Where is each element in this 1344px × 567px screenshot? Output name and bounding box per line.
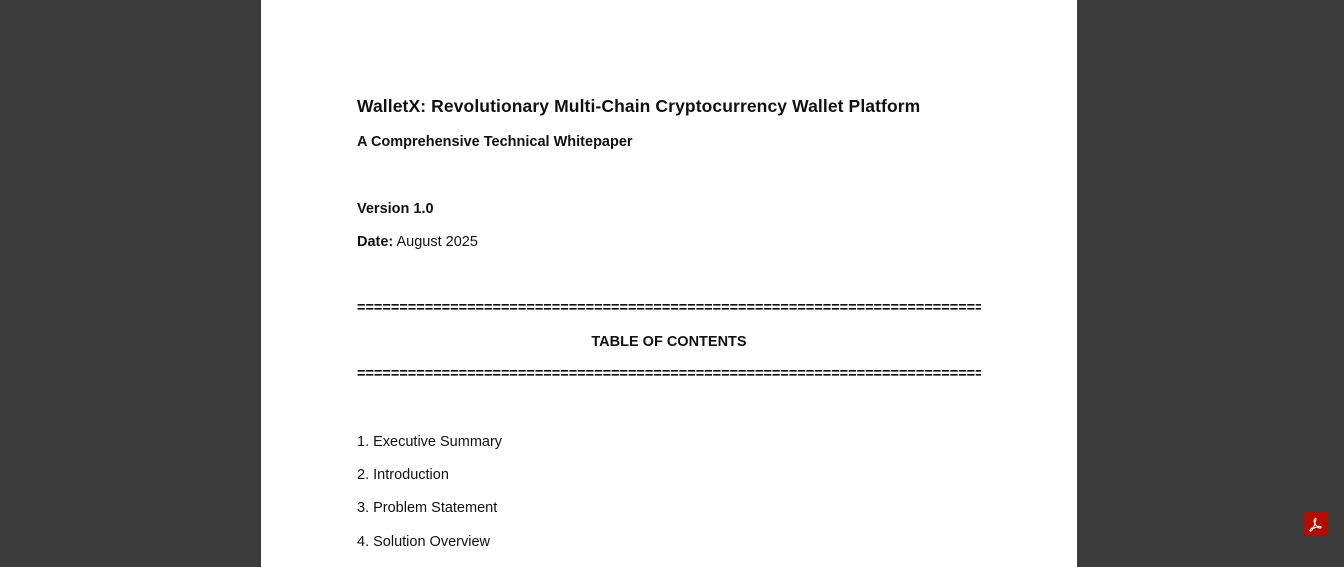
document-version: Version 1.0 (357, 201, 434, 217)
toc-item: 4. Solution Overview (357, 534, 490, 550)
adobe-acrobat-icon[interactable] (1304, 512, 1328, 536)
document-date: Date: August 2025 (357, 234, 478, 250)
separator-rule-top: ========================================… (357, 300, 981, 316)
document-subtitle: A Comprehensive Technical Whitepaper (357, 134, 633, 150)
toc-heading: TABLE OF CONTENTS (591, 334, 747, 350)
date-label: Date: (357, 234, 394, 250)
acrobat-glyph-icon (1309, 517, 1322, 532)
document-page: WalletX: Revolutionary Multi-Chain Crypt… (261, 0, 1077, 567)
pdf-viewer: WalletX: Revolutionary Multi-Chain Crypt… (0, 0, 1344, 567)
toc-item: 1. Executive Summary (357, 434, 503, 450)
document-title: WalletX: Revolutionary Multi-Chain Crypt… (357, 96, 921, 116)
toc-item: 2. Introduction (357, 467, 449, 483)
toc-item: 3. Problem Statement (357, 500, 498, 516)
date-value: August 2025 (393, 234, 478, 250)
separator-rule-bottom: ========================================… (357, 366, 981, 382)
